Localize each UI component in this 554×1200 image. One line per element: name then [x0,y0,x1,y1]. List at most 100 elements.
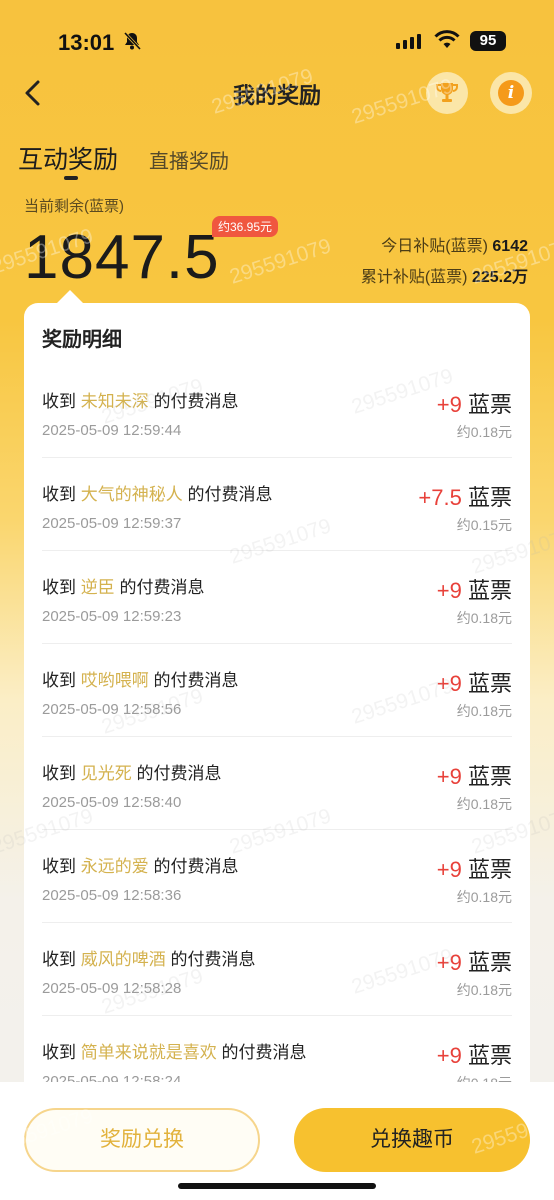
record-sender[interactable]: 逆臣 [81,578,115,597]
status-bar: 13:01 95 [0,0,554,70]
battery-indicator: 95 [470,31,506,51]
card-title: 奖励明细 [42,329,122,351]
record-prefix: 收到 [42,671,76,690]
record-time: 2025-05-09 12:58:36 [42,887,182,904]
total-subsidy-label: 累计补贴(蓝票) [360,269,468,286]
record-rmb: 约0.15元 [456,517,512,533]
record-amount-unit: 蓝票 [467,764,512,789]
tab-live-rewards[interactable]: 直播奖励 [149,145,229,174]
record-prefix: 收到 [42,950,76,969]
record-amount: +9 蓝票 [437,573,512,605]
record-message: 收到 简单来说就是喜欢 的付费消息 [42,1038,306,1063]
redeem-rewards-button[interactable]: 奖励兑换 [24,1108,260,1172]
record-amount-value: +9 [436,671,462,696]
home-indicator[interactable] [178,1183,376,1189]
record-prefix: 收到 [42,764,76,783]
list-item[interactable]: 收到 永远的爱 的付费消息 2025-05-09 12:58:36 +9 蓝票约0.… [42,830,512,923]
card-pointer [56,290,84,304]
record-amount-value: +9 [436,950,462,975]
record-suffix: 的付费消息 [119,578,205,597]
record-amount-value: +9 [436,578,462,603]
trophy-button[interactable] [426,72,468,114]
tab-interactive-rewards[interactable]: 互动奖励 [18,140,118,176]
list-item[interactable]: 收到 大气的神秘人 的付费消息 2025-05-09 12:59:37 +7.5 蓝… [42,458,512,551]
record-message: 收到 逆臣 的付费消息 [42,573,204,598]
record-message: 收到 见光死 的付费消息 [42,759,221,784]
record-prefix: 收到 [42,578,76,597]
record-prefix: 收到 [42,857,76,876]
record-rmb: 约0.18元 [456,610,512,626]
record-rmb: 约0.18元 [456,982,512,998]
list-item[interactable]: 收到 威风的啤酒 的付费消息 2025-05-09 12:58:28 +9 蓝票约0… [42,923,512,1016]
list-item[interactable]: 收到 简单来说就是喜欢 的付费消息 2025-05-09 12:58:24 +9 蓝… [42,1016,512,1083]
list-item[interactable]: 收到 见光死 的付费消息 2025-05-09 12:58:40 +9 蓝票约0.1… [42,737,512,830]
record-amount-unit: 蓝票 [467,857,512,882]
record-amount-value: +9 [436,392,462,417]
record-suffix: 的付费消息 [170,950,256,969]
today-subsidy-value: 6142 [492,238,528,255]
record-sender[interactable]: 威风的啤酒 [81,950,166,969]
balance-value: 1847.5 [24,223,220,292]
record-amount-unit: 蓝票 [467,1043,512,1068]
record-prefix: 收到 [42,392,76,411]
reward-detail-card: 奖励明细 收到 未知未深 的付费消息 2025-05-09 12:59:44 +9 … [24,303,530,1083]
record-message: 收到 大气的神秘人 的付费消息 [42,480,272,505]
record-rmb: 约0.18元 [456,796,512,812]
list-item[interactable]: 收到 未知未深 的付费消息 2025-05-09 12:59:44 +9 蓝票约0.… [42,365,512,458]
record-suffix: 的付费消息 [153,671,239,690]
record-amount-unit: 蓝票 [467,671,512,696]
info-button[interactable]: i [490,72,532,114]
record-time: 2025-05-09 12:58:40 [42,794,182,811]
record-rmb: 约0.18元 [456,703,512,719]
trophy-icon [436,83,458,102]
record-prefix: 收到 [42,1043,76,1062]
reward-tabs: 互动奖励 直播奖励 [18,140,418,184]
record-amount: +9 蓝票 [437,1038,512,1070]
record-prefix: 收到 [42,485,76,504]
reward-record-list[interactable]: 收到 未知未深 的付费消息 2025-05-09 12:59:44 +9 蓝票 约0.… [24,365,530,1083]
record-amount-unit: 蓝票 [467,950,512,975]
record-amount: +9 蓝票 [437,387,512,419]
record-time: 2025-05-09 12:58:28 [42,980,182,997]
record-time: 2025-05-09 12:59:23 [42,608,182,625]
total-subsidy: 累计补贴(蓝票) 225.2万 [361,263,528,287]
watermark-text: 295591079 [226,234,334,289]
page-title: 我的奖励 [232,83,321,108]
rmb-estimate-badge: 约36.95元 [212,216,279,237]
record-sender[interactable]: 大气的神秘人 [81,485,183,504]
record-suffix: 的付费消息 [153,392,239,411]
record-rmb: 约0.18元 [456,889,512,905]
wifi-icon [434,30,460,48]
record-amount-unit: 蓝票 [467,578,512,603]
record-amount: +9 蓝票 [437,759,512,791]
record-amount-value: +9 [436,764,462,789]
record-sender[interactable]: 简单来说就是喜欢 [81,1043,217,1062]
record-sender[interactable]: 未知未深 [81,392,149,411]
bottom-action-bar: 奖励兑换 兑换趣币 [0,1082,554,1200]
info-icon: i [498,80,524,106]
record-amount-value: +9 [436,1043,462,1068]
record-time: 2025-05-09 12:58:56 [42,701,182,718]
record-sender[interactable]: 哎哟喂啊 [81,671,149,690]
bell-muted-icon [123,31,142,51]
record-suffix: 的付费消息 [153,857,239,876]
record-amount: +7.5 蓝票 [418,480,512,512]
balance-label: 当前剩余(蓝票) [24,198,124,215]
record-suffix: 的付费消息 [136,764,222,783]
record-amount: +9 蓝票 [437,945,512,977]
record-amount-value: +7.5 [418,485,462,510]
exchange-coins-button[interactable]: 兑换趣币 [294,1108,530,1172]
nav-bar: 我的奖励 i [0,68,554,118]
record-amount: +9 蓝票 [437,666,512,698]
record-rmb: 约0.18元 [456,424,512,440]
record-time: 2025-05-09 12:59:44 [42,422,182,439]
record-message: 收到 永远的爱 的付费消息 [42,852,238,877]
record-sender[interactable]: 见光死 [81,764,132,783]
list-item[interactable]: 收到 哎哟喂啊 的付费消息 2025-05-09 12:58:56 +9 蓝票约0.… [42,644,512,737]
list-item[interactable]: 收到 逆臣 的付费消息 2025-05-09 12:59:23 +9 蓝票约0.18… [42,551,512,644]
record-amount-unit: 蓝票 [467,485,512,510]
tab-indicator [64,176,78,180]
record-amount: +9 蓝票 [437,852,512,884]
record-suffix: 的付费消息 [187,485,273,504]
record-sender[interactable]: 永远的爱 [81,857,149,876]
